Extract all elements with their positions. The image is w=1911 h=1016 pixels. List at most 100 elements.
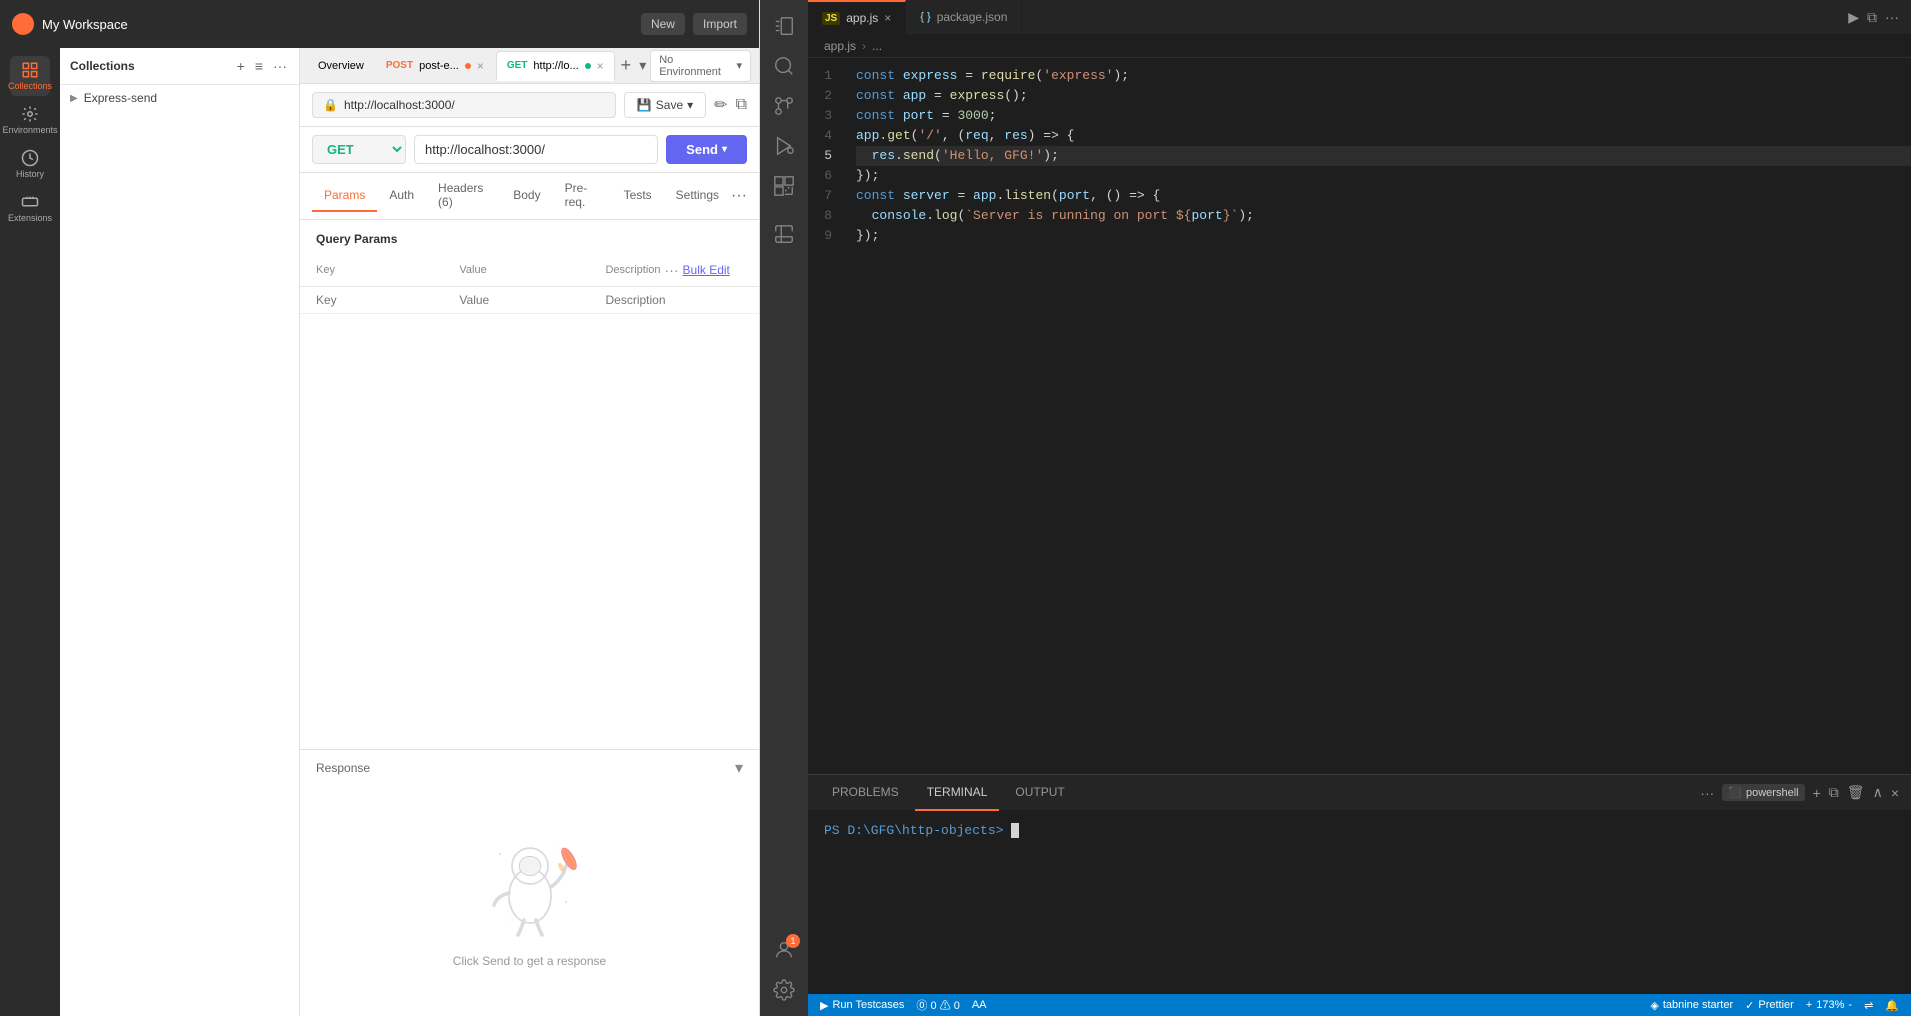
statusbar-remote[interactable]: ⇌: [1864, 999, 1873, 1012]
tab-js-badge: JS: [822, 12, 840, 25]
shell-selector[interactable]: ⬛ powershell: [1722, 784, 1804, 801]
terminal-actions: ··· ⬛ powershell + ⧉ 🗑 ∧ ×: [1700, 784, 1899, 801]
activity-explorer[interactable]: [766, 8, 802, 44]
collection-item-express-send[interactable]: ▶ Express-send: [60, 85, 299, 111]
bulk-edit-button[interactable]: Bulk Edit: [683, 263, 730, 277]
add-collection-button[interactable]: +: [235, 56, 247, 76]
send-button[interactable]: Send ▾: [666, 135, 747, 164]
zoom-label: 173%: [1816, 999, 1844, 1011]
terminal-more-button[interactable]: ···: [1700, 785, 1714, 801]
share-url-button[interactable]: ⧉: [736, 96, 747, 114]
sidebar-item-history[interactable]: History: [10, 144, 50, 184]
env-label: No Environment: [659, 54, 732, 78]
req-tab-settings[interactable]: Settings: [664, 180, 731, 212]
req-tabs-more-button[interactable]: ···: [731, 187, 747, 205]
sidebar-item-extensions[interactable]: Extensions: [10, 188, 50, 228]
param-desc-input[interactable]: [605, 293, 743, 307]
editor-more-button[interactable]: ···: [1885, 9, 1899, 25]
request-config: GET POST PUT DELETE Send ▾: [300, 127, 759, 173]
activity-source-control[interactable]: [766, 88, 802, 124]
tab-post-dot: [465, 63, 471, 69]
terminal-close-button[interactable]: ×: [1891, 785, 1899, 801]
param-key-input[interactable]: [316, 293, 427, 307]
sidebar-item-environments[interactable]: Environments: [10, 100, 50, 140]
tab-get-dot: [585, 63, 591, 69]
tab-get-close[interactable]: ×: [597, 59, 604, 73]
activity-extensions[interactable]: [766, 168, 802, 204]
line-num-8: 8: [808, 206, 848, 226]
tab-post[interactable]: POST post-e... ×: [376, 51, 494, 81]
import-button[interactable]: Import: [693, 13, 747, 35]
terminal-tab-problems[interactable]: PROBLEMS: [820, 775, 911, 811]
edit-url-button[interactable]: ✏: [714, 95, 727, 115]
statusbar-run-tests[interactable]: ▶ Run Testcases: [820, 999, 904, 1012]
prettier-icon: ✓: [1745, 999, 1754, 1012]
save-chevron-icon: ▾: [687, 98, 693, 112]
sidebar-extensions-label: Extensions: [8, 213, 52, 223]
terminal-trash-button[interactable]: 🗑: [1847, 784, 1865, 801]
url-display-bar: 🔒 http://localhost:3000/ 💾 Save ▾ ✏ ⧉: [300, 84, 759, 127]
req-tab-headers[interactable]: Headers (6): [426, 173, 501, 219]
new-terminal-button[interactable]: +: [1813, 785, 1821, 801]
activity-accounts[interactable]: 1: [766, 932, 802, 968]
terminal-collapse-button[interactable]: ∧: [1873, 784, 1883, 801]
tab-get[interactable]: GET http://lo... ×: [496, 51, 615, 81]
param-value-input[interactable]: [459, 293, 573, 307]
terminal-cursor: [1011, 823, 1019, 838]
more-collections-button[interactable]: ···: [271, 56, 289, 76]
tabs-dropdown-button[interactable]: ▾: [637, 55, 648, 76]
shell-label: powershell: [1746, 787, 1799, 799]
sidebar-item-collections[interactable]: Collections: [10, 56, 50, 96]
send-dropdown-icon: ▾: [722, 144, 727, 155]
req-tab-auth[interactable]: Auth: [377, 180, 426, 212]
statusbar-zoom[interactable]: + 173% -: [1806, 999, 1852, 1011]
req-tab-body[interactable]: Body: [501, 180, 552, 212]
url-input[interactable]: [414, 135, 658, 164]
collection-chevron: ▶: [70, 93, 78, 104]
line-num-5: 5: [808, 146, 848, 166]
workspace-name: My Workspace: [42, 17, 633, 32]
statusbar-notifications[interactable]: 🔔: [1885, 999, 1899, 1012]
editor-tab-appjs[interactable]: JS app.js ×: [808, 0, 906, 35]
terminal-tab-terminal[interactable]: TERMINAL: [915, 775, 1000, 811]
req-tab-tests[interactable]: Tests: [612, 180, 664, 212]
code-editor[interactable]: 1 2 3 4 5 6 7 8 9 const express = requir…: [808, 58, 1911, 774]
terminal-content[interactable]: PS D:\GFG\http-objects>: [808, 811, 1911, 994]
save-button[interactable]: 💾 Save ▾: [624, 92, 706, 118]
split-editor-button[interactable]: ⧉: [1867, 9, 1877, 26]
activity-run-debug[interactable]: [766, 128, 802, 164]
env-badge[interactable]: No Environment ▾: [650, 50, 751, 82]
statusbar-prettier[interactable]: ✓ Prettier: [1745, 999, 1794, 1012]
new-button[interactable]: New: [641, 13, 685, 35]
table-more-button[interactable]: ···: [665, 262, 679, 278]
add-tab-button[interactable]: +: [621, 55, 632, 76]
code-content[interactable]: const express = require('express'); cons…: [848, 58, 1911, 774]
errors-label: ⓪ 0 ⚠ 0: [916, 997, 959, 1013]
accounts-badge: 1: [786, 934, 800, 948]
req-tab-prereq[interactable]: Pre-req.: [553, 173, 612, 219]
activity-settings[interactable]: [766, 972, 802, 1008]
terminal-tab-output[interactable]: OUTPUT: [1003, 775, 1076, 811]
tab-post-close[interactable]: ×: [477, 59, 484, 73]
env-selector[interactable]: No Environment ▾: [650, 50, 751, 82]
statusbar-font-size[interactable]: AA: [972, 999, 987, 1011]
response-header: Response ▾: [316, 758, 743, 778]
terminal-split-button[interactable]: ⧉: [1829, 784, 1839, 801]
activity-search[interactable]: [766, 48, 802, 84]
line-num-7: 7: [808, 186, 848, 206]
activity-bottom: 1: [766, 932, 802, 1008]
method-select[interactable]: GET POST PUT DELETE: [312, 135, 406, 164]
req-tab-params[interactable]: Params: [312, 180, 377, 212]
code-line-7: const server = app.listen(port, () => {: [856, 186, 1911, 206]
statusbar-tabnine[interactable]: ◈ tabnine starter: [1650, 999, 1733, 1012]
editor-tab-packagejson[interactable]: { } package.json: [906, 0, 1022, 35]
tab-appjs-close[interactable]: ×: [884, 11, 891, 25]
tab-get-method: GET: [507, 60, 528, 71]
sort-collections-button[interactable]: ≡: [253, 56, 265, 76]
tab-overview[interactable]: Overview: [308, 51, 374, 81]
activity-testing[interactable]: [766, 216, 802, 252]
tabnine-icon: ◈: [1650, 999, 1658, 1012]
statusbar-errors[interactable]: ⓪ 0 ⚠ 0: [916, 997, 959, 1013]
run-button[interactable]: ▶: [1848, 9, 1859, 26]
vs-main: 1 JS app.js × { } package.json: [760, 0, 1911, 1016]
